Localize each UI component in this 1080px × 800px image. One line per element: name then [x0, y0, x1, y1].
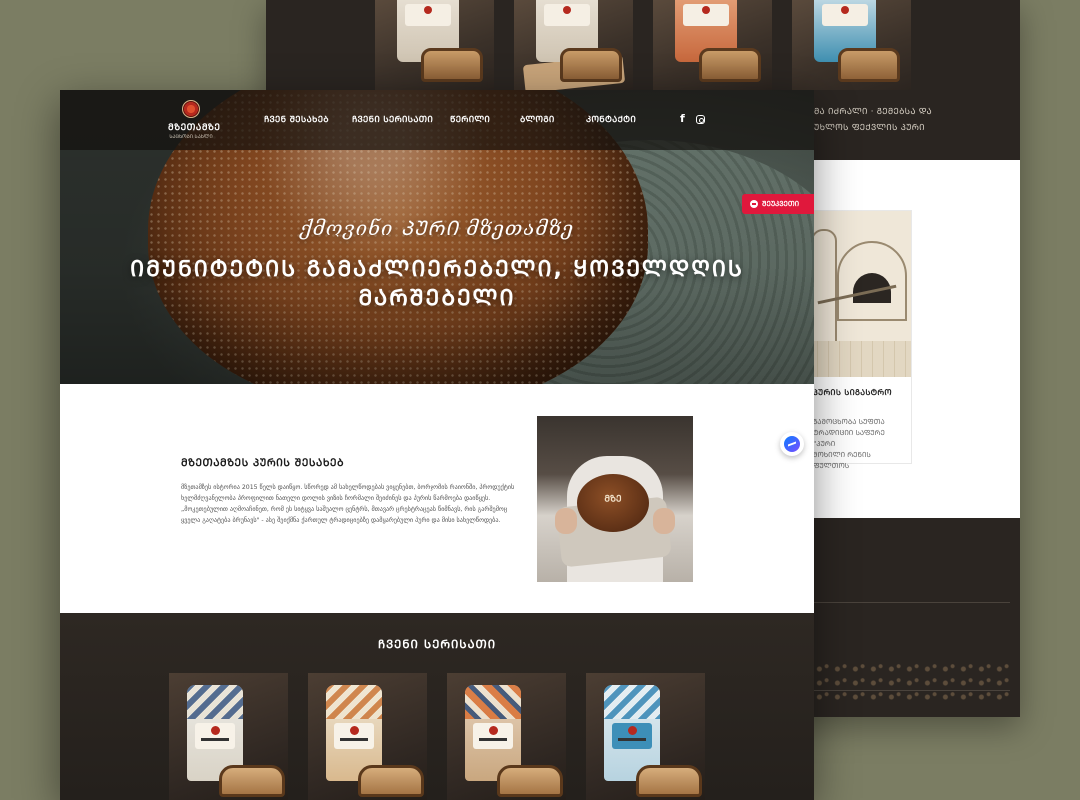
nav-item-letter[interactable]: ᲬᲔᲠᲘᲚᲘ: [450, 114, 490, 125]
back-product-card[interactable]: [792, 0, 911, 90]
main-page-mockup: ᲛᲖᲔᲗᲐᲛᲖᲔ ᲡᲐᲪᲮᲝᲑᲘ ᲡᲐᲮᲚᲘ ᲩᲕᲔᲜ ᲨᲔᲡᲐᲮᲔᲑ ᲩᲕᲔᲜ…: [60, 90, 814, 800]
back-product-description: ᲛᲐ ᲘᲫᲠᲐᲚᲘ · ᲒᲔᲛᲔᲑᲡᲐ ᲓᲐ ᲣᲮᲚᲝᲡ ᲤᲔᲥᲕᲚᲘᲡ ᲞᲣᲠ…: [814, 104, 1014, 136]
order-button-label: ᲨᲔᲣᲙᲕᲔᲗᲘ: [762, 200, 800, 208]
back-product-row: [375, 0, 911, 90]
blog-card-title: ᲞᲣᲠᲘᲡ ᲡᲘᲒᲐᲡᲢᲠᲝ: [813, 388, 892, 397]
about-line: ხელმძღვანელობა პროფილით ნათელი დოლის ვიზ…: [181, 495, 491, 502]
about-line: „მოკეთებულით აღმოაჩინეთ, რომ ეს სიტყვა ს…: [181, 506, 508, 513]
back-product-card[interactable]: [653, 0, 772, 90]
back-product-card[interactable]: [375, 0, 494, 90]
crumbs-decoration: [814, 662, 1010, 702]
about-line: ყველა გაღატება ბრუნავს" - ასე შეიქმნა ქა…: [181, 517, 501, 524]
nav-item-products[interactable]: ᲩᲕᲔᲜᲘ ᲡᲔᲠᲘᲡᲐᲗᲘ: [352, 114, 433, 125]
back-product-card[interactable]: [514, 0, 633, 90]
product-card[interactable]: [169, 673, 288, 800]
nav-item-contact[interactable]: ᲙᲝᲜᲢᲐᲥᲢᲘ: [586, 114, 636, 125]
about-line: მზეთამზეს ისტორია 2015 წელს დაიწყო. სწორ…: [181, 484, 515, 491]
blog-card-excerpt: ᲒᲐᲛᲝᲪᲮᲝᲑᲐ ᲡᲣᲤᲗᲐ ᲢᲠᲐᲓᲘᲪᲘᲘ ᲡᲐᲤᲣᲠᲔ "ᲞᲣᲠᲘ ᲛᲝ…: [813, 417, 909, 472]
facebook-icon[interactable]: f: [680, 112, 685, 125]
brand-logo[interactable]: ᲛᲖᲔᲗᲐᲛᲖᲔ ᲡᲐᲪᲮᲝᲑᲘ ᲡᲐᲮᲚᲘ: [168, 100, 221, 140]
hero-script-title: ქმოვინი ᲞᲣᲠᲘ მზეთამზე: [299, 216, 575, 240]
divider: [814, 602, 1010, 603]
blog-excerpt-line: ᲢᲠᲐᲓᲘᲪᲘᲘ ᲡᲐᲤᲣᲠᲔ "ᲞᲣᲠᲘ: [813, 429, 885, 448]
baker-holding-bread-photo: ᲛᲖᲔ: [537, 416, 693, 582]
brand-tagline: ᲡᲐᲪᲮᲝᲑᲘ ᲡᲐᲮᲚᲘ: [169, 134, 213, 140]
instagram-icon[interactable]: [696, 115, 705, 124]
hero-headline: ᲘᲛᲣᲜᲘᲢᲔᲢᲘᲡ ᲒᲐᲛᲐᲫᲚᲘᲔᲠᲔᲑᲔᲚᲘ, ᲧᲝᲕᲔᲚᲓᲦᲘᲡ ᲛᲐᲠ…: [130, 257, 744, 311]
blog-card[interactable]: ᲞᲣᲠᲘᲡ ᲡᲘᲒᲐᲡᲢᲠᲝ ᲒᲐᲛᲝᲪᲮᲝᲑᲐ ᲡᲣᲤᲗᲐ ᲢᲠᲐᲓᲘᲪᲘᲘ …: [806, 210, 912, 470]
products-section: ᲩᲕᲔᲜᲘ ᲡᲔᲠᲘᲡᲐᲗᲘ: [60, 613, 814, 800]
about-paragraph: მზეთამზეს ისტორია 2015 წელს დაიწყო. სწორ…: [181, 482, 526, 526]
product-card[interactable]: [308, 673, 427, 800]
hero-banner: ᲛᲖᲔᲗᲐᲛᲖᲔ ᲡᲐᲪᲮᲝᲑᲘ ᲡᲐᲮᲚᲘ ᲩᲕᲔᲜ ᲨᲔᲡᲐᲮᲔᲑ ᲩᲕᲔᲜ…: [60, 90, 814, 384]
order-button[interactable]: ᲨᲔᲣᲙᲕᲔᲗᲘ: [742, 194, 814, 214]
about-title: ᲛᲖᲔᲗᲐᲛᲖᲔᲡ ᲞᲣᲠᲘᲡ ᲨᲔᲡᲐᲮᲔᲑ: [181, 457, 345, 469]
back-text-line: ᲣᲮᲚᲝᲡ ᲤᲔᲥᲕᲚᲘᲡ ᲞᲣᲠᲘ: [814, 123, 925, 133]
product-card[interactable]: [586, 673, 705, 800]
blog-excerpt-line: ᲛᲝᲮᲘᲚᲘ ᲠᲔᲜᲘᲡ ᲤᲣᲚᲗᲝᲡ: [813, 451, 871, 470]
product-card[interactable]: [447, 673, 566, 800]
brand-name: ᲛᲖᲔᲗᲐᲛᲖᲔ: [168, 123, 221, 133]
back-text-line: ᲛᲐ ᲘᲫᲠᲐᲚᲘ · ᲒᲔᲛᲔᲑᲡᲐ ᲓᲐ: [814, 107, 932, 117]
nav-item-blog[interactable]: ᲑᲚᲝᲒᲘ: [520, 114, 555, 125]
nav-item-about[interactable]: ᲩᲕᲔᲜ ᲨᲔᲡᲐᲮᲔᲑ: [264, 114, 329, 125]
blog-illustration: [807, 211, 911, 377]
messenger-chat-icon[interactable]: [780, 432, 804, 456]
products-title: ᲩᲕᲔᲜᲘ ᲡᲔᲠᲘᲡᲐᲗᲘ: [377, 637, 497, 651]
about-section: ᲛᲖᲔᲗᲐᲛᲖᲔᲡ ᲞᲣᲠᲘᲡ ᲨᲔᲡᲐᲮᲔᲑ მზეთამზეს ისტორი…: [60, 384, 814, 613]
top-navigation: ᲛᲖᲔᲗᲐᲛᲖᲔ ᲡᲐᲪᲮᲝᲑᲘ ᲡᲐᲮᲚᲘ ᲩᲕᲔᲜ ᲨᲔᲡᲐᲮᲔᲑ ᲩᲕᲔᲜ…: [60, 90, 814, 150]
logo-emblem-icon: [182, 100, 200, 118]
blog-excerpt-line: ᲒᲐᲛᲝᲪᲮᲝᲑᲐ ᲡᲣᲤᲗᲐ: [813, 418, 885, 426]
cart-icon: [750, 200, 758, 208]
